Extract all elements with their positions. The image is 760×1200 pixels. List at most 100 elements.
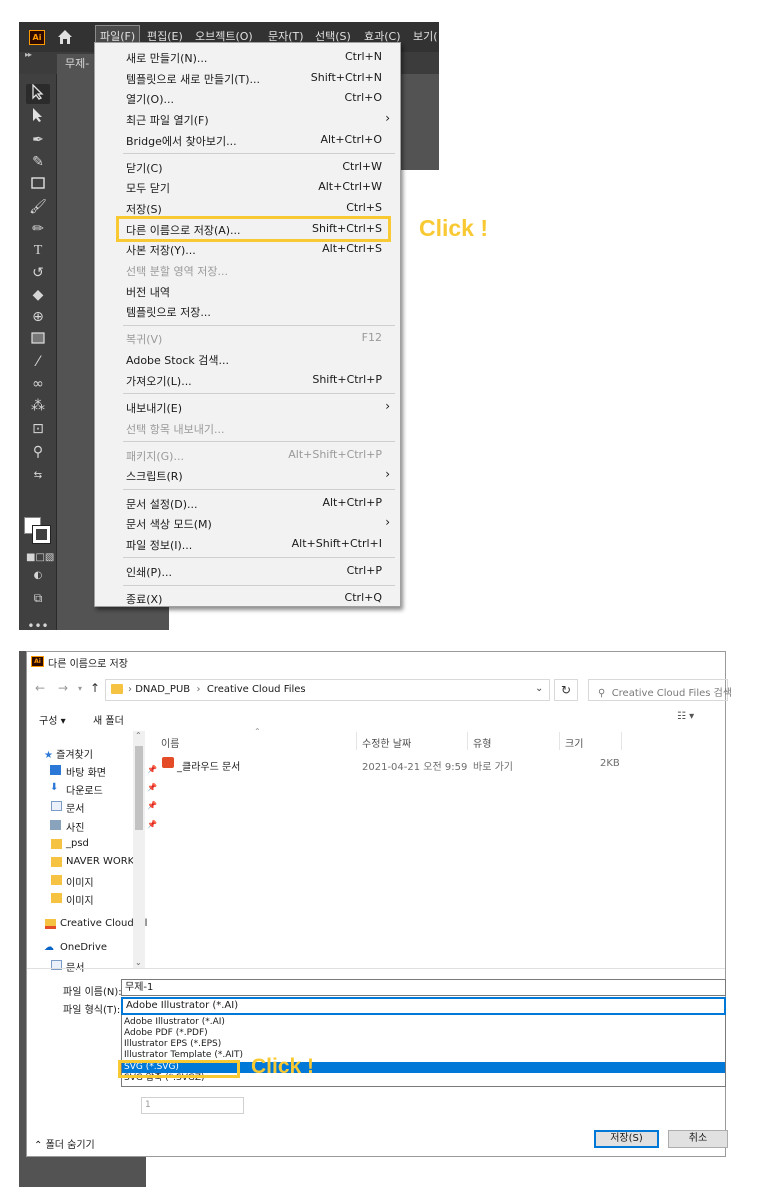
filetype-select[interactable]: Adobe Illustrator (*.AI): [121, 997, 726, 1015]
up-arrow-icon[interactable]: ↑: [90, 681, 100, 695]
document-tab[interactable]: 무제-: [57, 54, 98, 74]
pin-icon: 📌: [147, 765, 157, 774]
eyedropper-tool-icon[interactable]: ⁄: [26, 352, 50, 372]
column-size[interactable]: 크기: [565, 735, 583, 750]
column-modified[interactable]: 수정한 날짜: [362, 735, 411, 750]
scroll-down-icon[interactable]: ⌄: [135, 958, 142, 967]
file-menu-item[interactable]: 가져오기(L)... Shift+Ctrl+P: [95, 370, 400, 390]
rectangle-tool-icon[interactable]: [26, 175, 50, 195]
nav-item-onedrive[interactable]: OneDrive: [60, 942, 107, 953]
zoom-tool-icon[interactable]: ⚲: [26, 442, 50, 462]
view-options-icon[interactable]: ☷ ▾: [677, 711, 694, 722]
pencil-tool-icon[interactable]: ✏: [26, 219, 50, 239]
nav-item-psd[interactable]: _psd: [66, 838, 89, 849]
file-menu-item[interactable]: Bridge에서 찾아보기... Alt+Ctrl+O: [95, 130, 400, 150]
nav-item-onedrive-docs[interactable]: 문서: [66, 959, 84, 974]
new-folder-button[interactable]: 새 폴더: [93, 712, 124, 727]
paintbrush-tool-icon[interactable]: 🖌: [26, 197, 50, 217]
column-divider[interactable]: [467, 732, 468, 750]
nav-item-images[interactable]: 이미지: [66, 874, 94, 889]
file-menu-item[interactable]: 템플릿으로 새로 만들기(T)... Shift+Ctrl+N: [95, 68, 400, 88]
recent-dropdown-icon[interactable]: ▾: [78, 684, 82, 693]
scroll-up-icon[interactable]: ⌃: [135, 731, 142, 740]
selection-tool-icon[interactable]: [26, 83, 50, 104]
menu-item-label: 패키지(G)...: [126, 449, 184, 463]
file-menu-item[interactable]: 새로 만들기(N)... Ctrl+N: [95, 47, 400, 67]
filetype-option-pdf[interactable]: Adobe PDF (*.PDF): [122, 1028, 725, 1039]
save-button[interactable]: 저장(S): [594, 1130, 659, 1148]
menu-item-shortcut: Alt+Shift+Ctrl+I: [291, 536, 382, 550]
column-type[interactable]: 유형: [473, 735, 491, 750]
nav-item-desktop[interactable]: 바탕 화면: [66, 764, 106, 779]
chevron-down-icon[interactable]: ⌄: [535, 683, 543, 694]
column-divider[interactable]: [621, 732, 622, 750]
file-menu-item[interactable]: 종료(X) Ctrl+Q: [95, 588, 400, 608]
draw-mode-icon[interactable]: ◐: [26, 566, 50, 586]
menu-item-label: 복귀(V): [126, 333, 163, 347]
breadcrumb-cc-files[interactable]: Creative Cloud Files: [207, 684, 306, 695]
stroke-color-swatch[interactable]: [32, 525, 51, 544]
blend-tool-icon[interactable]: ∞: [26, 374, 50, 394]
nav-scrollbar-thumb[interactable]: [135, 746, 143, 830]
filetype-option-ait[interactable]: Illustrator Template (*.AIT): [122, 1050, 725, 1058]
quick-access[interactable]: ★ 즐겨찾기: [44, 746, 93, 761]
symbol-sprayer-tool-icon[interactable]: ⁂: [26, 396, 50, 416]
nav-item-documents[interactable]: 문서: [66, 800, 84, 815]
shape-builder-tool-icon[interactable]: ⊕: [26, 307, 50, 327]
filename-input[interactable]: 무제-1: [121, 979, 726, 996]
gradient-tool-icon[interactable]: [26, 330, 50, 350]
column-divider[interactable]: [356, 732, 357, 750]
file-menu-item[interactable]: Adobe Stock 검색...: [95, 349, 400, 369]
file-menu-item[interactable]: 파일 정보(I)... Alt+Shift+Ctrl+I: [95, 534, 400, 554]
menu-separator: [123, 324, 395, 326]
organize-button[interactable]: 구성 ▾: [39, 712, 66, 727]
collapse-toolbar-icon[interactable]: ▸▸: [25, 50, 32, 59]
breadcrumb-dnad[interactable]: DNAD_PUB: [135, 684, 190, 695]
direct-selection-tool-icon[interactable]: [26, 107, 50, 127]
back-arrow-icon[interactable]: ←: [35, 681, 45, 695]
column-name[interactable]: 이름: [161, 735, 179, 750]
menu-item-label: 가져오기(L)...: [126, 374, 192, 388]
artboard-tool-icon[interactable]: ⊡: [26, 419, 50, 439]
nav-item-downloads[interactable]: 다운로드: [66, 782, 103, 797]
file-menu-item[interactable]: 스크립트(R) ›: [95, 465, 400, 485]
file-menu-item[interactable]: 열기(O)... Ctrl+O: [95, 88, 400, 108]
rotate-tool-icon[interactable]: ↺: [26, 263, 50, 283]
file-menu-item[interactable]: 내보내기(E) ›: [95, 397, 400, 417]
color-mode-icons[interactable]: ■□▧: [26, 548, 54, 568]
file-menu-item[interactable]: 모두 닫기 Alt+Ctrl+W: [95, 177, 400, 197]
file-name: _클라우드 문서: [177, 762, 241, 773]
menu-item-label: 최근 파일 열기(F): [126, 113, 209, 127]
hide-folders-toggle[interactable]: ⌃ 폴더 숨기기: [34, 1136, 95, 1151]
file-menu-item[interactable]: 문서 설정(D)... Alt+Ctrl+P: [95, 493, 400, 513]
swap-fill-stroke-icon[interactable]: ⇆: [26, 466, 50, 486]
filetype-option-ai[interactable]: Adobe Illustrator (*.AI): [122, 1017, 725, 1028]
file-menu-item[interactable]: 사본 저장(Y)... Alt+Ctrl+S: [95, 239, 400, 259]
sort-caret-icon: ⌃: [254, 727, 261, 736]
file-menu-item[interactable]: 최근 파일 열기(F) ›: [95, 109, 400, 129]
more-tools-icon[interactable]: •••: [26, 616, 50, 630]
home-icon[interactable]: [56, 28, 74, 46]
filetype-option-eps[interactable]: Illustrator EPS (*.EPS): [122, 1039, 725, 1050]
breadcrumb[interactable]: › DNAD_PUB › Creative Cloud Files: [128, 684, 306, 695]
file-menu-item[interactable]: 닫기(C) Ctrl+W: [95, 157, 400, 177]
nav-item-pictures[interactable]: 사진: [66, 819, 84, 834]
menu-view[interactable]: 보기(: [409, 22, 439, 52]
nav-item-naver-works[interactable]: NAVER WORKS: [66, 856, 141, 867]
type-tool-icon[interactable]: T: [26, 241, 50, 261]
forward-arrow-icon[interactable]: →: [58, 681, 68, 695]
file-menu-item[interactable]: 템플릿으로 저장...: [95, 301, 400, 321]
curvature-tool-icon[interactable]: ✎: [26, 152, 50, 172]
menu-item-label: 모두 닫기: [126, 182, 170, 196]
pen-tool-icon[interactable]: ✒: [26, 130, 50, 150]
column-divider[interactable]: [559, 732, 560, 750]
cancel-button[interactable]: 취소: [668, 1130, 728, 1148]
artboard-range-input[interactable]: 1: [141, 1097, 244, 1114]
file-menu-item[interactable]: 문서 색상 모드(M) ›: [95, 513, 400, 533]
file-menu-item[interactable]: 인쇄(P)... Ctrl+P: [95, 561, 400, 581]
nav-item-images-2[interactable]: 이미지: [66, 892, 94, 907]
screen-mode-icon[interactable]: ⧉: [26, 588, 50, 608]
refresh-icon[interactable]: ↻: [554, 679, 578, 701]
file-menu-item[interactable]: 버전 내역: [95, 281, 400, 301]
eraser-tool-icon[interactable]: ◆: [26, 285, 50, 305]
